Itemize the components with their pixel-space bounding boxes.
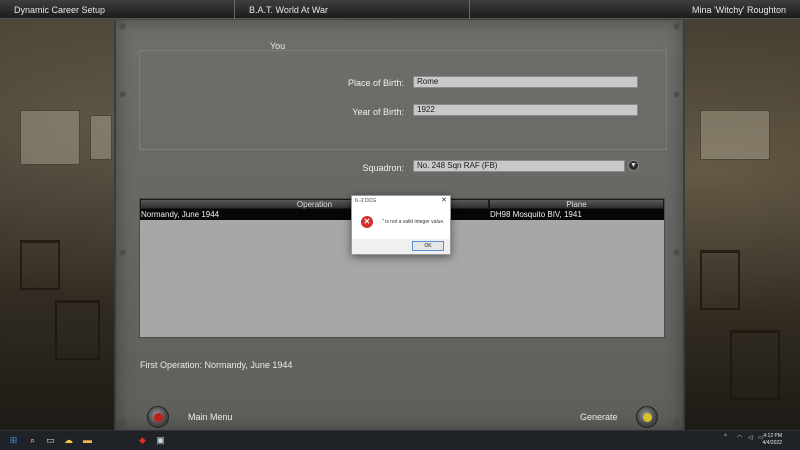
clock-date: 4/4/2022 (762, 440, 782, 446)
rivet (120, 420, 125, 425)
squadron-select[interactable]: No. 248 Sqn RAF (FB) (413, 160, 625, 172)
taskbar: ⊞ ⌕ ▭ ☁ ▬ ◆ ▣ ^ ◠ ◁ ▭ 4:12 PM 4/4/2022 (0, 430, 800, 450)
rivet (120, 92, 125, 97)
bg-window (20, 110, 80, 165)
game-title: B.A.T. World At War (235, 0, 470, 19)
error-icon: ✕ (361, 216, 373, 228)
squadron-dropdown-button[interactable]: ▼ (628, 160, 639, 171)
rivet (120, 24, 125, 29)
chevron-down-icon: ▼ (630, 162, 637, 169)
first-operation-text: First Operation: Normandy, June 1944 (140, 360, 293, 370)
cell-plane: DH98 Mosquito BIV, 1941 (490, 210, 582, 219)
close-icon[interactable]: ✕ (441, 196, 447, 204)
bg-chair (700, 250, 740, 310)
bg-window (700, 110, 770, 160)
pilot-name: Mina 'Witchy' Roughton (692, 4, 786, 15)
place-of-birth-field[interactable]: Rome (413, 76, 638, 88)
volume-icon[interactable]: ◁ (748, 434, 753, 441)
top-title-bar: Dynamic Career Setup B.A.T. World At War… (0, 0, 800, 19)
rivet (674, 24, 679, 29)
rivet (674, 420, 679, 425)
rivet (674, 250, 679, 255)
bg-chair (730, 330, 780, 400)
task-view-icon[interactable]: ▭ (45, 435, 56, 446)
generate-label[interactable]: Generate (580, 412, 618, 422)
chevron-up-icon[interactable]: ^ (724, 434, 727, 440)
place-of-birth-label: Place of Birth: (347, 78, 404, 88)
rivet (674, 92, 679, 97)
bg-chair (20, 240, 60, 290)
bg-window (90, 115, 112, 160)
rivet (120, 250, 125, 255)
generate-button[interactable] (636, 406, 658, 428)
windows-start-icon[interactable]: ⊞ (8, 435, 19, 446)
ok-button[interactable]: OK (412, 241, 444, 251)
red-light-icon (154, 413, 163, 422)
year-of-birth-field[interactable]: 1922 (413, 104, 638, 116)
bg-chair (55, 300, 100, 360)
personal-info-box (139, 50, 667, 150)
dialog-title: IL-2 DCG (355, 198, 377, 204)
main-menu-button[interactable] (147, 406, 169, 428)
acrobat-icon[interactable]: ◆ (137, 435, 148, 446)
yellow-light-icon (643, 413, 652, 422)
year-of-birth-label: Year of Birth: (352, 107, 404, 117)
wifi-icon[interactable]: ◠ (737, 434, 742, 441)
error-dialog: IL-2 DCG ✕ ✕ '' is not a valid integer v… (351, 195, 451, 255)
squadron-label: Squadron: (362, 163, 404, 173)
weather-icon[interactable]: ☁ (63, 435, 74, 446)
system-clock[interactable]: 4:12 PM 4/4/2022 (763, 433, 782, 447)
column-header-plane[interactable]: Plane (489, 199, 664, 209)
search-icon[interactable]: ⌕ (27, 435, 38, 446)
dialog-message: '' is not a valid integer value. (382, 219, 445, 225)
screen-title: Dynamic Career Setup (0, 0, 235, 19)
app-window-icon[interactable]: ▣ (155, 435, 166, 446)
main-menu-label[interactable]: Main Menu (188, 412, 233, 422)
file-explorer-icon[interactable]: ▬ (82, 435, 93, 446)
clock-time: 4:12 PM (763, 433, 782, 439)
